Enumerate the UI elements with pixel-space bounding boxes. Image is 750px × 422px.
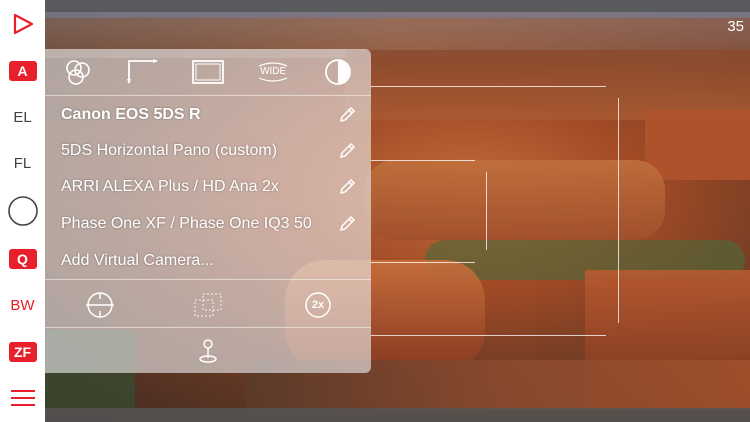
contrast-icon: [325, 59, 352, 85]
top-crop-bar: [45, 0, 750, 12]
frame-line: [371, 335, 606, 336]
pin-button[interactable]: [197, 338, 219, 364]
wide-curve-icon: [258, 77, 288, 82]
fl-button[interactable]: FL: [0, 150, 45, 176]
frame-corner-icon: [126, 59, 158, 84]
pencil-icon: [339, 142, 356, 159]
camera-row[interactable]: ARRI ALEXA Plus / HD Ana 2x: [45, 169, 371, 205]
anamorphic-label: 2x: [311, 299, 325, 311]
auto-button[interactable]: A: [0, 58, 45, 84]
menu-icon: [10, 390, 35, 406]
frame-line: [371, 160, 475, 161]
color-circles-icon: [65, 60, 90, 85]
wide-label: WIDE: [260, 66, 287, 77]
q-badge: Q: [8, 249, 37, 269]
fl-label: FL: [13, 154, 32, 172]
pin-icon: [199, 339, 217, 363]
pencil-icon: [339, 178, 356, 195]
edit-camera-button[interactable]: [337, 105, 357, 125]
anamorphic-button[interactable]: 2x: [303, 290, 333, 320]
play-icon: [13, 13, 33, 35]
camera-row[interactable]: Phase One XF / Phase One IQ3 50: [45, 206, 371, 242]
q-button[interactable]: Q: [0, 246, 45, 272]
level-button[interactable]: [85, 290, 115, 320]
camera-row[interactable]: 5DS Horizontal Pano (custom): [45, 133, 371, 169]
play-button[interactable]: [0, 10, 45, 38]
virtual-camera-panel: WIDE Canon EOS 5DS R 5DS Horizontal Pano…: [45, 49, 371, 373]
zf-badge: ZF: [8, 342, 37, 362]
overlap-frames-icon: [194, 293, 222, 317]
pencil-icon: [339, 106, 356, 123]
add-camera-label: Add Virtual Camera...: [61, 252, 214, 269]
add-virtual-camera-button[interactable]: Add Virtual Camera...: [45, 243, 371, 279]
frame-line: [371, 262, 475, 263]
circle-icon: [7, 196, 38, 226]
level-icon: [86, 292, 114, 318]
left-toolbar: A EL FL Q BW ZF: [0, 0, 45, 422]
overlap-button[interactable]: [193, 290, 223, 320]
contrast-button[interactable]: [320, 57, 356, 87]
edit-camera-button[interactable]: [337, 214, 357, 234]
menu-button[interactable]: [0, 384, 45, 412]
panel-bottom-toolbar: 2x: [45, 279, 371, 328]
aspect-frame-icon: [192, 60, 224, 84]
wide-button[interactable]: WIDE: [255, 57, 291, 87]
frame-counter: 35: [727, 18, 744, 35]
bottom-crop-bar: [45, 408, 750, 422]
el-button[interactable]: EL: [0, 104, 45, 130]
frame-line: [486, 172, 487, 250]
edit-camera-button[interactable]: [337, 177, 357, 197]
aspect-button[interactable]: [190, 57, 226, 87]
auto-badge: A: [8, 61, 37, 81]
panel-footer: [45, 327, 371, 374]
el-label: EL: [13, 108, 32, 126]
zf-button[interactable]: ZF: [0, 339, 45, 365]
pencil-icon: [339, 215, 356, 232]
frame-line: [371, 86, 606, 87]
panel-toolbar: WIDE: [45, 49, 371, 96]
bw-label: BW: [10, 296, 35, 314]
frame-line: [618, 98, 619, 323]
camera-label: 5DS Horizontal Pano (custom): [61, 142, 278, 159]
camera-label: ARRI ALEXA Plus / HD Ana 2x: [61, 178, 279, 195]
frame-lines-button[interactable]: [125, 57, 161, 87]
camera-row[interactable]: Canon EOS 5DS R: [45, 97, 371, 133]
color-button[interactable]: [60, 57, 96, 87]
camera-label: Phase One XF / Phase One IQ3 50: [61, 215, 312, 232]
bw-button[interactable]: BW: [0, 292, 45, 318]
edit-camera-button[interactable]: [337, 141, 357, 161]
camera-label: Canon EOS 5DS R: [61, 106, 201, 123]
capture-button[interactable]: [0, 193, 45, 229]
